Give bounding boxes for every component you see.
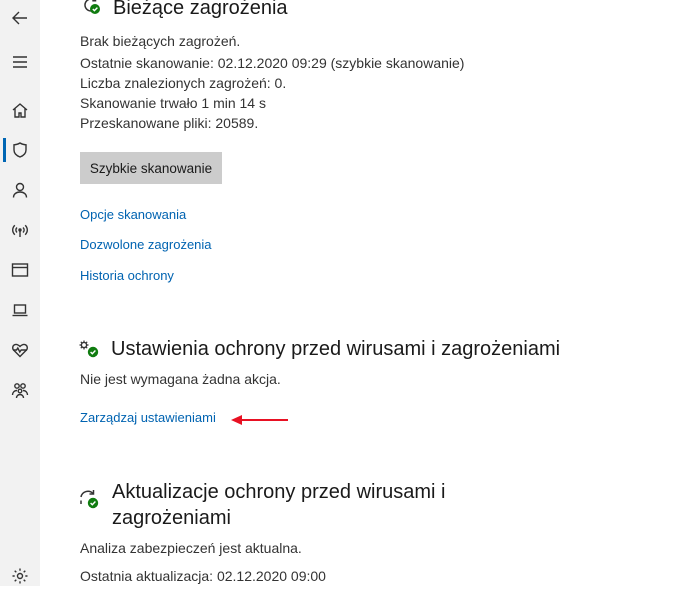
back-arrow-icon bbox=[12, 11, 27, 25]
annotation-arrow bbox=[231, 415, 288, 425]
device-security-icon bbox=[12, 304, 28, 317]
app-browser-icon bbox=[11, 263, 29, 277]
manage-settings-link[interactable]: Zarządzaj ustawieniami bbox=[80, 409, 216, 427]
network-icon bbox=[12, 224, 28, 237]
scan-options-link[interactable]: Opcje skanowania bbox=[80, 206, 186, 224]
protection-settings-status: Nie jest wymagana żadna akcja. bbox=[80, 371, 281, 387]
current-threats-status: Brak bieżących zagrożeń. bbox=[80, 33, 241, 49]
protection-updates-title-line2: zagrożeniami bbox=[112, 507, 231, 529]
quick-scan-button[interactable]: Szybkie skanowanie bbox=[80, 152, 222, 184]
sidebar-item-app-browser[interactable] bbox=[0, 250, 40, 290]
last-scan-info: Ostatnie skanowanie: 02.12.2020 09:29 (s… bbox=[80, 55, 465, 71]
sidebar-item-settings[interactable] bbox=[0, 556, 40, 596]
protection-updates-status: Analiza zabezpieczeń jest aktualna. bbox=[80, 540, 302, 556]
files-scanned-info: Przeskanowane pliki: 20589. bbox=[80, 115, 259, 131]
scan-duration-info: Skanowanie trwało 1 min 14 s bbox=[80, 95, 266, 111]
device-health-icon bbox=[12, 343, 28, 358]
current-threats-title: Bieżące zagrożenia bbox=[113, 0, 288, 19]
menu-button[interactable] bbox=[0, 42, 40, 82]
sidebar bbox=[0, 0, 40, 586]
last-update-info: Ostatnia aktualizacja: 02.12.2020 09:00 bbox=[80, 568, 326, 584]
back-button[interactable] bbox=[0, 0, 40, 38]
settings-icon bbox=[12, 568, 28, 584]
allowed-threats-link[interactable]: Dozwolone zagrożenia bbox=[80, 236, 212, 254]
shield-icon bbox=[13, 142, 27, 158]
sidebar-item-network[interactable] bbox=[0, 210, 40, 250]
threats-found-info: Liczba znalezionych zagrożeń: 0. bbox=[80, 75, 287, 91]
threat-history-clock-icon bbox=[84, 0, 100, 14]
settings-gears-icon bbox=[79, 340, 99, 358]
protection-settings-title: Ustawienia ochrony przed wirusami i zagr… bbox=[111, 338, 561, 360]
sidebar-item-family[interactable] bbox=[0, 370, 40, 410]
sidebar-item-virus-protection[interactable] bbox=[0, 130, 40, 170]
protection-history-link[interactable]: Historia ochrony bbox=[80, 267, 174, 285]
account-icon bbox=[12, 182, 28, 198]
update-refresh-icon bbox=[80, 490, 99, 509]
sidebar-item-device-health[interactable] bbox=[0, 330, 40, 370]
protection-updates-title-line1: Aktualizacje ochrony przed wirusami i bbox=[112, 481, 446, 503]
sidebar-item-home[interactable] bbox=[0, 90, 40, 130]
main-content: Bieżące zagrożenia Brak bieżących zagroż… bbox=[40, 0, 698, 586]
sidebar-item-device-security[interactable] bbox=[0, 290, 40, 330]
sidebar-item-account[interactable] bbox=[0, 170, 40, 210]
hamburger-menu-icon bbox=[13, 56, 27, 68]
home-icon bbox=[12, 103, 28, 118]
family-icon bbox=[11, 383, 29, 399]
